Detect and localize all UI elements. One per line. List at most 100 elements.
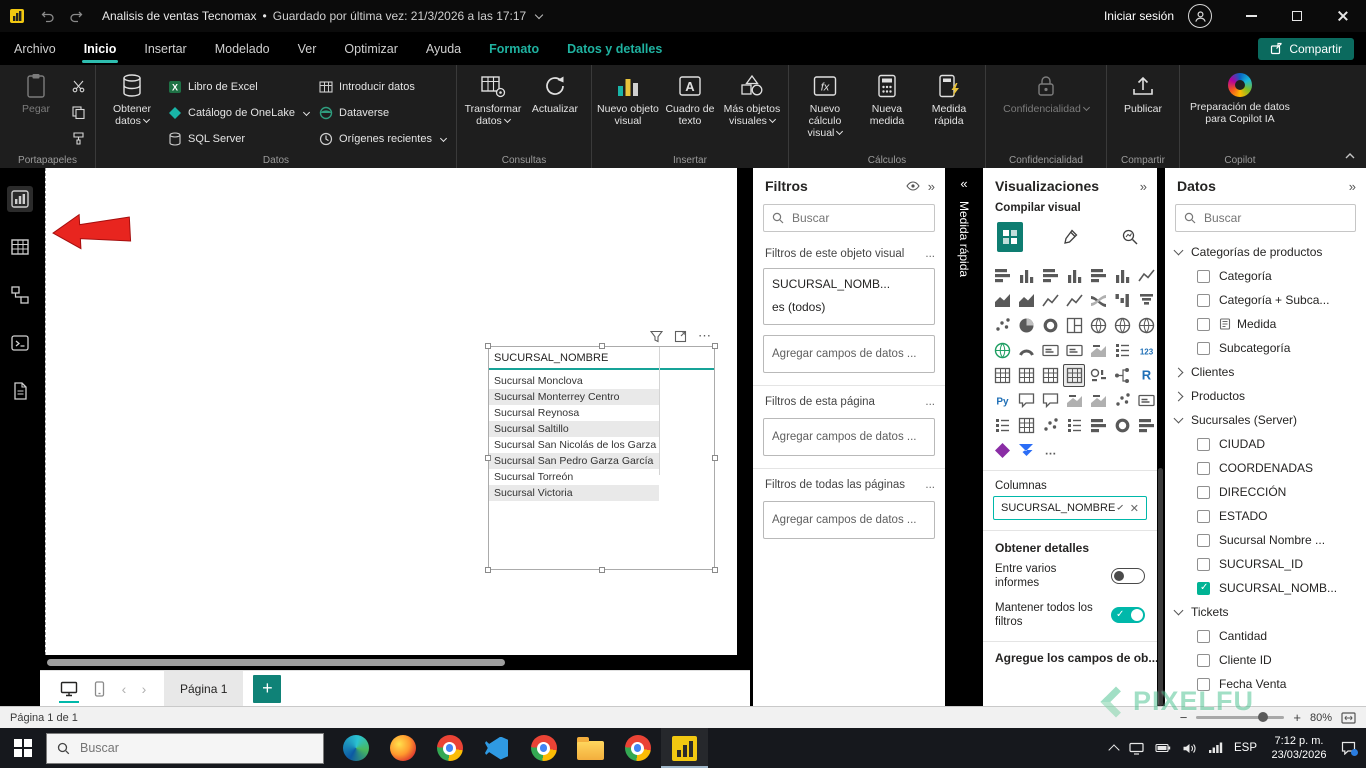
- tab-formato[interactable]: Formato: [475, 32, 553, 65]
- chevron-down-icon[interactable]: [1174, 246, 1184, 256]
- quick-measure-button[interactable]: Medida rápida: [918, 69, 980, 127]
- keep-filters-toggle[interactable]: [1111, 607, 1145, 623]
- table-row[interactable]: Sucursal Torreón: [489, 469, 659, 485]
- visual-type-area-chart[interactable]: [991, 289, 1013, 312]
- table-row[interactable]: Sucursal Reynosa: [489, 405, 659, 421]
- vertical-scrollbar[interactable]: [1158, 468, 1163, 706]
- visual-type-donut-chart[interactable]: [1039, 314, 1061, 337]
- zoom-slider-knob[interactable]: [1258, 712, 1268, 722]
- visual-type-line-chart[interactable]: [1135, 264, 1157, 287]
- checkbox[interactable]: [1197, 654, 1210, 667]
- visual-type-100-stacked-column-chart[interactable]: [1111, 264, 1133, 287]
- checkbox[interactable]: [1197, 270, 1210, 283]
- visual-type-histogram[interactable]: [1087, 414, 1109, 437]
- visual-type-power-bi-report[interactable]: [1039, 364, 1061, 387]
- checkbox[interactable]: [1197, 510, 1210, 523]
- resize-handle[interactable]: [599, 343, 605, 349]
- build-visual-tab[interactable]: [997, 222, 1023, 252]
- sign-in-link[interactable]: Iniciar sesión: [1104, 9, 1174, 23]
- field-chip-dropdown-icon[interactable]: [1118, 504, 1124, 510]
- visual-type-ribbon-chart[interactable]: [1087, 289, 1109, 312]
- visual-type-card[interactable]: [1039, 339, 1061, 362]
- enter-data-button[interactable]: Introducir datos: [314, 75, 451, 98]
- checkbox[interactable]: [1197, 342, 1210, 355]
- visual-type-more-visuals[interactable]: …: [1039, 439, 1061, 462]
- desktop-layout-icon[interactable]: [54, 674, 84, 704]
- visual-type-kpi[interactable]: [1087, 339, 1109, 362]
- visual-type-metrics[interactable]: [1063, 389, 1085, 412]
- tmdl-view-icon[interactable]: [7, 378, 33, 404]
- checkbox[interactable]: [1197, 630, 1210, 643]
- new-calculation-button[interactable]: fx Nuevo cálculo visual: [794, 69, 856, 139]
- visual-type-text-box-visual[interactable]: [1135, 389, 1157, 412]
- visual-type-line-and-clustered-column-chart[interactable]: [1063, 289, 1085, 312]
- filters-search[interactable]: [763, 204, 935, 232]
- copilot-data-prep-button[interactable]: Preparación de datos para Copilot IA: [1185, 69, 1295, 125]
- visual-type-python-visual[interactable]: Py: [991, 389, 1013, 412]
- visual-filter-card[interactable]: SUCURSAL_NOMB... es (todos): [763, 268, 935, 325]
- start-button[interactable]: [0, 728, 46, 768]
- tab-optimizar[interactable]: Optimizar: [330, 32, 411, 65]
- visual-type-table[interactable]: [1063, 364, 1085, 387]
- checkbox-checked[interactable]: [1197, 582, 1210, 595]
- display-cast-icon[interactable]: [1129, 742, 1144, 755]
- visual-type-gauge[interactable]: [1015, 339, 1037, 362]
- tree-table-clientes[interactable]: Clientes: [1165, 360, 1366, 384]
- tab-datos-y-detalles[interactable]: Datos y detalles: [553, 32, 676, 65]
- volume-icon[interactable]: [1182, 742, 1197, 755]
- chevron-down-icon[interactable]: [1174, 606, 1184, 616]
- checkbox[interactable]: [1197, 534, 1210, 547]
- tab-modelado[interactable]: Modelado: [201, 32, 284, 65]
- visual-type-stacked-area-chart[interactable]: [1015, 289, 1037, 312]
- taskbar-app-chrome-3[interactable]: [614, 728, 661, 768]
- expand-pane-icon[interactable]: «: [960, 176, 967, 191]
- table-row[interactable]: Sucursal Monclova: [489, 373, 659, 389]
- table-row[interactable]: Sucursal Monterrey Centro: [489, 389, 659, 405]
- visual-type-slicer[interactable]: [1111, 339, 1133, 362]
- resize-handle[interactable]: [712, 567, 718, 573]
- tree-field-medida[interactable]: Medida: [1165, 312, 1366, 336]
- onelake-catalog-button[interactable]: Catálogo de OneLake: [163, 101, 314, 124]
- checkbox[interactable]: [1197, 294, 1210, 307]
- tree-field-sucursal-id[interactable]: SUCURSAL_ID: [1165, 552, 1366, 576]
- collapse-ribbon-icon[interactable]: [1344, 150, 1356, 162]
- visual-type-100-stacked-bar-chart[interactable]: [1087, 264, 1109, 287]
- tab-ayuda[interactable]: Ayuda: [412, 32, 475, 65]
- table-visual[interactable]: ⋯ SUCURSAL_NOMBRE Sucursal MonclovaSucur…: [489, 347, 714, 569]
- tree-table-tickets[interactable]: Tickets: [1165, 600, 1366, 624]
- visual-type-sunburst[interactable]: [1111, 414, 1133, 437]
- language-indicator[interactable]: ESP: [1234, 742, 1257, 754]
- paste-button[interactable]: Pegar: [5, 69, 67, 115]
- tree-field-cantidad[interactable]: Cantidad: [1165, 624, 1366, 648]
- visual-type-line-and-stacked-column-chart[interactable]: [1039, 289, 1061, 312]
- data-search[interactable]: [1175, 204, 1356, 232]
- taskbar-search-input[interactable]: [78, 740, 278, 756]
- visual-type-paginated-report[interactable]: [1015, 364, 1037, 387]
- tree-field-coordenadas[interactable]: COORDENADAS: [1165, 456, 1366, 480]
- taskbar-app-powerbi[interactable]: [661, 728, 708, 768]
- chevron-right-icon[interactable]: [1174, 367, 1184, 377]
- data-search-input[interactable]: [1202, 210, 1347, 226]
- undo-icon[interactable]: [34, 9, 62, 23]
- model-view-icon[interactable]: [7, 282, 33, 308]
- resize-handle[interactable]: [485, 455, 491, 461]
- taskbar-app-firefox[interactable]: [379, 728, 426, 768]
- report-page[interactable]: ⋯ SUCURSAL_NOMBRE Sucursal MonclovaSucur…: [45, 168, 737, 655]
- tree-field-categoría-subca-[interactable]: Categoría + Subca...: [1165, 288, 1366, 312]
- excel-workbook-button[interactable]: X Libro de Excel: [163, 75, 314, 98]
- visual-type-q-and-a[interactable]: [1015, 389, 1037, 412]
- focus-mode-icon[interactable]: [674, 330, 687, 343]
- copy-button[interactable]: [67, 101, 90, 124]
- tree-table-categorías-de-productos[interactable]: Categorías de productos: [1165, 240, 1366, 264]
- quick-measure-pane-collapsed[interactable]: « Medida rápida: [948, 168, 980, 706]
- tab-insertar[interactable]: Insertar: [130, 32, 200, 65]
- tree-field-fecha-venta[interactable]: Fecha Venta: [1165, 672, 1366, 696]
- new-visual-button[interactable]: Nuevo objeto visual: [597, 69, 659, 127]
- drillthrough-dropzone[interactable]: Agregue los campos de ob...: [983, 641, 1157, 674]
- visual-type-treemap[interactable]: [1063, 314, 1085, 337]
- transform-data-button[interactable]: Transformar datos: [462, 69, 524, 127]
- taskbar-app-explorer[interactable]: [567, 728, 614, 768]
- account-avatar[interactable]: [1188, 4, 1212, 28]
- visual-type-play-axis[interactable]: [1111, 389, 1133, 412]
- visual-type-scorecard[interactable]: [1087, 389, 1109, 412]
